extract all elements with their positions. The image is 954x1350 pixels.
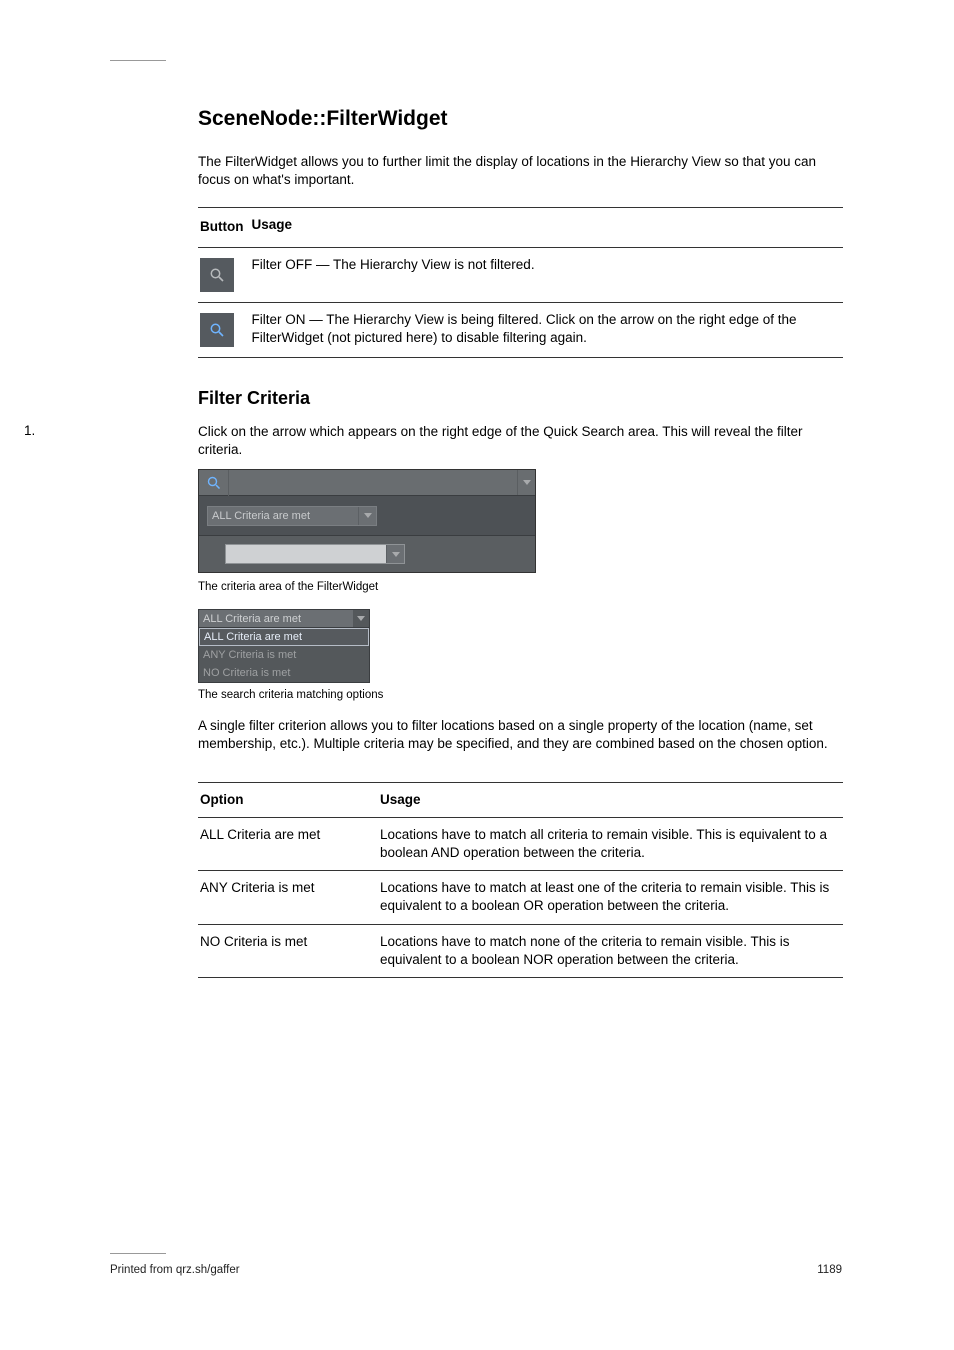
mode-row-desc: Filter OFF — The Hierarchy View is not f… xyxy=(249,247,843,302)
dropdown-item-no[interactable]: NO Criteria is met xyxy=(199,664,369,682)
figure-caption: The search criteria matching options xyxy=(198,689,844,701)
figure-caption: The criteria area of the FilterWidget xyxy=(198,581,844,593)
criteria-desc: Locations have to match at least one of … xyxy=(378,871,843,924)
table-row: NO Criteria is met Locations have to mat… xyxy=(198,924,843,977)
mode-row-desc: Filter ON — The Hierarchy View is being … xyxy=(249,302,843,357)
mode-table-header-usage: Usage xyxy=(249,208,843,247)
criteria-desc: Locations have to match all criteria to … xyxy=(378,817,843,870)
table-row: Filter OFF — The Hierarchy View is not f… xyxy=(198,247,843,302)
criteria-option: ANY Criteria is met xyxy=(198,871,378,924)
table-row: ANY Criteria is met Locations have to ma… xyxy=(198,871,843,924)
search-icon xyxy=(209,322,225,338)
dropdown-item-all[interactable]: ALL Criteria are met xyxy=(199,628,369,646)
dropdown-head-label: ALL Criteria are met xyxy=(203,613,301,625)
criteria-mode-dropdown-head[interactable]: ALL Criteria are met xyxy=(199,610,369,628)
criterion-field[interactable] xyxy=(225,544,405,564)
quick-search-field[interactable] xyxy=(229,470,517,495)
criteria-header-option: Option xyxy=(198,782,378,817)
filter-off-button[interactable] xyxy=(200,258,234,292)
criteria-desc: Locations have to match none of the crit… xyxy=(378,924,843,977)
mode-table: Button Usage Filter OFF — The Hierarchy … xyxy=(198,207,843,357)
criteria-header-usage: Usage xyxy=(378,782,843,817)
criteria-mode-label: ALL Criteria are met xyxy=(212,510,310,522)
section-title: Filter Criteria xyxy=(198,388,844,409)
footer-rule xyxy=(110,1253,166,1254)
step-text: Click on the arrow which appears on the … xyxy=(198,423,844,459)
dropdown-item-any[interactable]: ANY Criteria is met xyxy=(199,646,369,664)
mode-table-header-button: Button xyxy=(198,208,249,247)
intro-paragraph: The FilterWidget allows you to further l… xyxy=(198,153,844,189)
filter-on-button[interactable] xyxy=(200,313,234,347)
page-title: SceneNode::FilterWidget xyxy=(198,107,844,131)
top-rule xyxy=(110,60,166,61)
criteria-options-table: Option Usage ALL Criteria are met Locati… xyxy=(198,782,843,979)
table-row: ALL Criteria are met Locations have to m… xyxy=(198,817,843,870)
search-icon xyxy=(206,475,222,491)
panel-collapse-arrow[interactable] xyxy=(517,470,535,495)
page-number: 1189 xyxy=(817,1264,842,1276)
criteria-option: NO Criteria is met xyxy=(198,924,378,977)
dropdown-item-label: NO Criteria is met xyxy=(203,667,290,679)
panel-search-icon-box[interactable] xyxy=(199,470,229,496)
footer-text: Printed from qrz.sh/gaffer xyxy=(110,1264,240,1276)
dropdown-item-label: ANY Criteria is met xyxy=(203,649,296,661)
criteria-option: ALL Criteria are met xyxy=(198,817,378,870)
criteria-mode-dropdown-open: ALL Criteria are met ALL Criteria are me… xyxy=(198,609,370,683)
step-number: 1. xyxy=(24,423,35,438)
criteria-mode-dropdown[interactable]: ALL Criteria are met xyxy=(207,506,377,526)
search-icon xyxy=(209,267,225,283)
table-row: Filter ON — The Hierarchy View is being … xyxy=(198,302,843,357)
dropdown-item-label: ALL Criteria are met xyxy=(204,631,302,643)
criteria-explanation: A single filter criterion allows you to … xyxy=(198,717,844,753)
filter-criteria-panel: ALL Criteria are met xyxy=(198,469,536,573)
